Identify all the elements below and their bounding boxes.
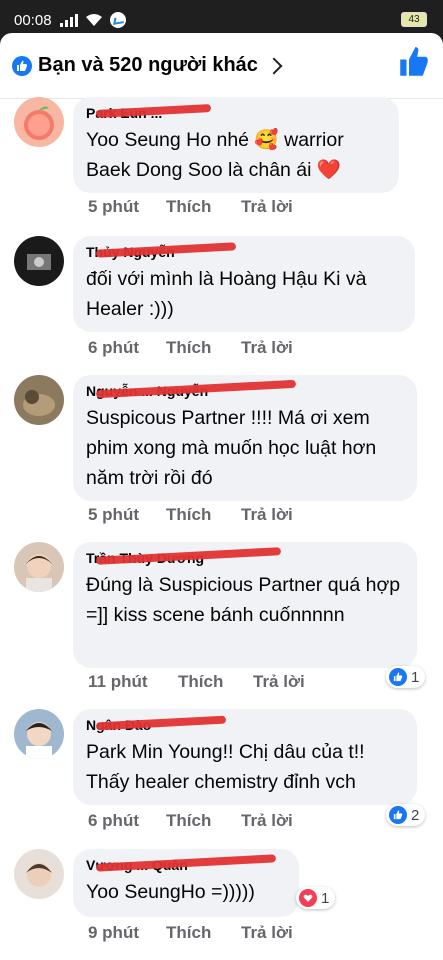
comment-author[interactable]: Nguyễn ... Nguyễn [86,379,405,403]
comment-time: 5 phút [88,505,139,524]
comment-actions: 11 phút Thích Trả lời [88,672,305,692]
comment-time: 6 phút [88,338,139,357]
comment-text: đối với mình là Hoàng Hậu Ki và Healer :… [86,268,367,320]
comment-item: Thủy Nguyễn đối với mình là Hoàng Hậu Ki… [0,236,443,371]
avatar[interactable] [14,542,64,592]
comment-bubble[interactable]: Vương ... Quân Yoo SeungHo =))))) [73,849,299,917]
comment-time: 11 phút [88,672,148,691]
reaction-badge[interactable]: 1 [296,887,336,909]
like-comment-button[interactable]: Thích [166,923,241,943]
reply-button[interactable]: Trả lời [241,811,293,831]
comment-author[interactable]: Trần Thùy Dương [86,547,405,570]
avatar[interactable] [14,849,64,899]
comment-bubble[interactable]: Park Eun ... Yoo Seung Ho nhé 🥰 warrior … [73,97,399,193]
comment-text: Yoo SeungHo =))))) [86,881,255,903]
comment-time: 9 phút [88,923,139,942]
avatar[interactable] [14,709,64,759]
like-reaction-icon [389,668,407,686]
reaction-badge[interactable]: 1 [386,666,426,688]
wifi-icon [85,14,102,26]
comment-actions: 6 phút Thích Trả lời [88,811,293,831]
comment-author[interactable]: Thủy Nguyễn [86,242,403,264]
comment-bubble[interactable]: Ngân Đào Park Min Young!! Chị dâu của t!… [73,709,417,805]
comment-text: Yoo Seung Ho nhé 🥰 warrior Baek Dong Soo… [86,129,344,181]
heart-reaction-icon [299,889,317,907]
reaction-count: 1 [411,668,420,686]
reaction-count: 2 [411,806,420,824]
comment-actions: 6 phút Thích Trả lời [88,338,293,358]
like-comment-button[interactable]: Thích [166,338,241,358]
reaction-badge[interactable]: 2 [386,804,426,826]
comment-bubble[interactable]: Thủy Nguyễn đối với mình là Hoàng Hậu Ki… [73,236,415,332]
like-comment-button[interactable]: Thích [166,197,241,217]
comment-text: Park Min Young!! Chị dâu của t!! Thấy he… [86,741,365,793]
comment-item: Nguyễn ... Nguyễn Suspicous Partner !!!!… [0,375,443,535]
comment-actions: 5 phút Thích Trả lời [88,505,293,525]
comment-author[interactable]: Ngân Đào [86,715,405,737]
comment-bubble[interactable]: Trần Thùy Dương Đúng là Suspicious Partn… [73,542,417,668]
reply-button[interactable]: Trả lời [241,197,293,217]
like-comment-button[interactable]: Thích [166,505,241,525]
reaction-count: 1 [321,889,330,907]
comment-item: Ngân Đào Park Min Young!! Chị dâu của t!… [0,709,443,849]
reactions-summary[interactable]: Bạn và 520 người khác [38,54,258,77]
like-comment-button[interactable]: Thích [166,811,241,831]
like-button[interactable] [399,47,429,77]
messenger-icon [109,12,126,28]
comment-text: Suspicous Partner !!!! Má ơi xem phim xo… [86,407,377,489]
comment-time: 5 phút [88,197,139,216]
comment-item: Vương ... Quân Yoo SeungHo =))))) 1 9 ph… [0,849,443,960]
comment-text: Đúng là Suspicious Partner quá hợp =]] k… [86,574,401,626]
battery-level: 43 [408,14,420,25]
like-comment-button[interactable]: Thích [178,672,253,692]
sheet-header[interactable]: Bạn và 520 người khác [0,33,443,99]
reply-button[interactable]: Trả lời [253,672,305,692]
reply-button[interactable]: Trả lời [241,923,293,943]
avatar[interactable] [14,236,64,286]
comment-item: Trần Thùy Dương Đúng là Suspicious Partn… [0,542,443,702]
comment-bubble[interactable]: Nguyễn ... Nguyễn Suspicous Partner !!!!… [73,375,417,501]
avatar[interactable] [14,375,64,425]
comment-author[interactable]: Vương ... Quân [86,854,287,877]
status-time: 00:08 [14,11,52,29]
comment-time: 6 phút [88,811,139,830]
reply-button[interactable]: Trả lời [241,338,293,358]
avatar[interactable] [14,97,64,147]
comment-author[interactable]: Park Eun ... [86,103,387,125]
signal-icon [59,13,78,27]
reactions-sheet: Bạn và 520 người khác Park Eun ... Yoo S… [0,33,443,960]
comment-item: Park Eun ... Yoo Seung Ho nhé 🥰 warrior … [0,97,443,232]
comment-actions: 5 phút Thích Trả lời [88,197,293,217]
comment-actions: 9 phút Thích Trả lời [88,923,293,943]
reply-button[interactable]: Trả lời [241,505,293,525]
like-reaction-icon [389,806,407,824]
chevron-right-icon[interactable] [265,57,283,74]
battery-icon: 43 [401,12,427,27]
like-reaction-icon [12,55,32,76]
